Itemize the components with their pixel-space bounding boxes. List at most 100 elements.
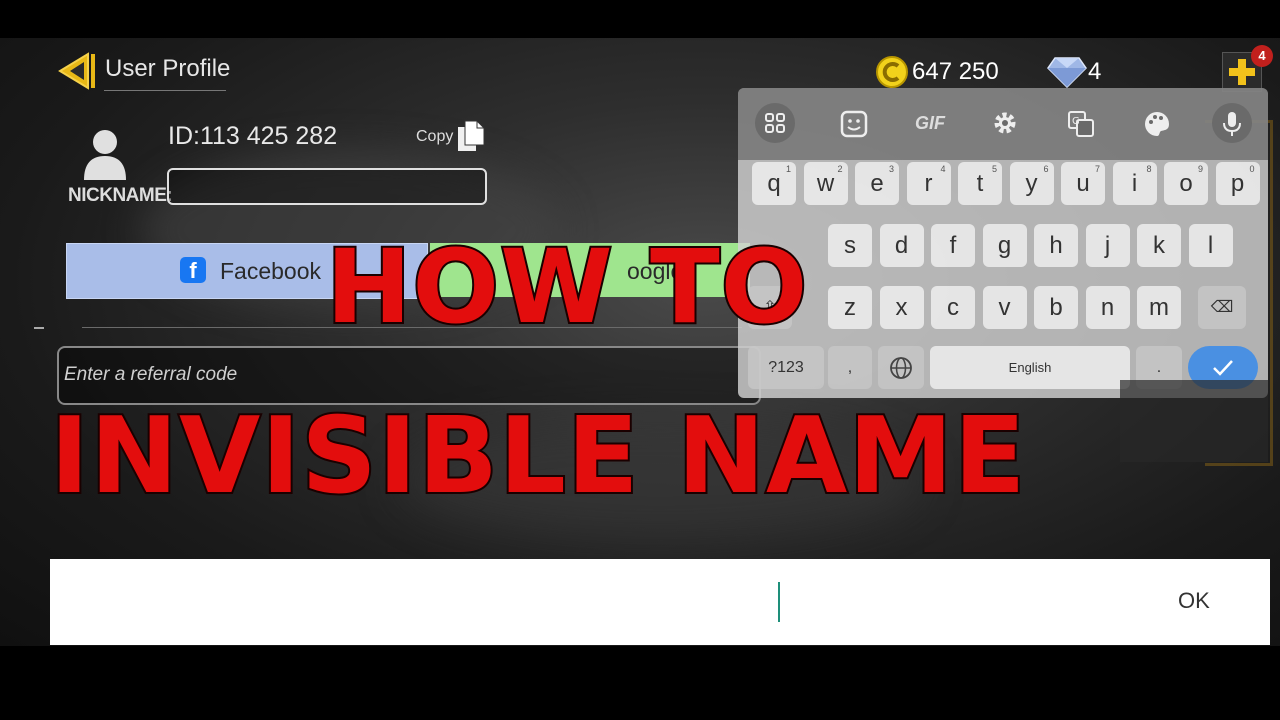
palette-icon[interactable] [1143,110,1171,138]
microphone-button[interactable] [1212,103,1252,143]
key-label: d [894,232,909,259]
text-cursor [778,582,780,622]
key-e[interactable]: e3 [855,162,899,205]
key-label: x [895,294,908,321]
key-label: t [976,170,984,197]
key-label: n [1100,294,1115,321]
diamond-icon [1047,57,1087,88]
sticker-icon[interactable] [840,110,868,138]
apps-grid-icon[interactable] [755,103,795,143]
key-label: e [870,170,884,197]
svg-text:G: G [1072,116,1080,127]
screen: User Profile 647 250 4 4 NICKNAME: ID:11… [0,0,1280,720]
key-label: m [1149,294,1169,321]
avatar-icon [84,130,126,180]
key-c[interactable]: c [931,286,975,329]
ok-button[interactable]: OK [1172,586,1216,616]
key-x[interactable]: x [879,286,924,329]
key-label: k [1153,232,1165,259]
comma-key[interactable]: , [828,346,872,389]
language-globe-key[interactable] [878,346,924,389]
name-input-dialog[interactable] [50,559,1270,645]
key-label: p [1230,170,1245,197]
background-frame [1120,380,1268,462]
back-arrow-icon[interactable] [58,52,98,90]
key-hint: 8 [1146,164,1152,174]
key-label: b [1049,294,1063,321]
key-label: h [1049,232,1063,259]
key-m[interactable]: m [1137,286,1181,329]
key-o[interactable]: o9 [1164,162,1208,205]
copy-icon[interactable] [457,120,485,152]
checkmark-icon [1213,360,1233,376]
key-f[interactable]: f [931,224,975,267]
key-hint: 2 [837,164,843,174]
key-p[interactable]: p0 [1215,162,1260,205]
key-label: c [947,294,959,321]
key-label: w [816,170,835,197]
key-hint: 0 [1249,164,1255,174]
key-hint: 4 [940,164,946,174]
key-label: y [1025,170,1038,197]
key-label: s [844,232,856,259]
key-b[interactable]: b [1034,286,1078,329]
key-l[interactable]: l [1188,224,1233,267]
key-y[interactable]: y6 [1009,162,1054,205]
gif-button[interactable]: GIF [910,113,950,134]
key-hint: 1 [785,164,791,174]
key-label: f [949,232,957,259]
microphone-icon [1223,112,1241,136]
overlay-title-line2: INVISIBLE NAME [48,393,1028,519]
key-q[interactable]: q1 [752,162,796,205]
backspace-key[interactable]: ⌫ [1198,286,1246,329]
key-u[interactable]: u7 [1061,162,1105,205]
translate-icon[interactable]: G [1067,110,1095,138]
grid-icon [765,113,785,133]
key-label: g [997,232,1012,259]
globe-icon [890,357,912,379]
key-hint: 7 [1094,164,1100,174]
nickname-label: NICKNAME: [68,185,173,206]
key-label: j [1104,232,1111,259]
copy-label[interactable]: Copy [416,128,453,146]
symbols-key[interactable]: ?123 [748,346,824,389]
key-n[interactable]: n [1085,286,1130,329]
key-d[interactable]: d [879,224,924,267]
facebook-icon: f [180,257,206,283]
key-r[interactable]: r4 [906,162,951,205]
key-h[interactable]: h [1034,224,1078,267]
key-label: u [1076,170,1090,197]
key-t[interactable]: t5 [958,162,1002,205]
key-label: r [924,170,933,197]
player-id: ID:113 425 282 [168,122,338,150]
key-hint: 3 [888,164,894,174]
key-label: q [767,170,781,197]
key-v[interactable]: v [982,286,1027,329]
referral-placeholder: Enter a referral code [64,364,238,385]
divider [34,327,44,329]
key-label: o [1179,170,1193,197]
key-label: z [844,294,856,321]
diamond-balance: 4 [1088,58,1102,85]
facebook-label: Facebook [220,258,322,284]
key-z[interactable]: z [828,286,872,329]
nickname-input[interactable] [167,168,487,205]
key-k[interactable]: k [1137,224,1181,267]
key-g[interactable]: g [982,224,1027,267]
settings-gear-icon[interactable] [992,110,1018,136]
title-underline [104,90,226,91]
space-key[interactable]: English [930,346,1130,389]
key-j[interactable]: j [1085,224,1130,267]
key-hint: 6 [1043,164,1049,174]
key-s[interactable]: s [828,224,872,267]
key-label: i [1131,170,1138,197]
key-label: l [1207,232,1214,259]
page-title: User Profile [105,55,231,82]
notification-badge: 4 [1251,45,1273,67]
key-label: v [998,294,1011,321]
key-hint: 9 [1197,164,1203,174]
key-w[interactable]: w2 [803,162,848,205]
overlay-title-line1: HOW TO [324,226,809,349]
key-i[interactable]: i8 [1112,162,1157,205]
coin-icon [876,56,908,88]
